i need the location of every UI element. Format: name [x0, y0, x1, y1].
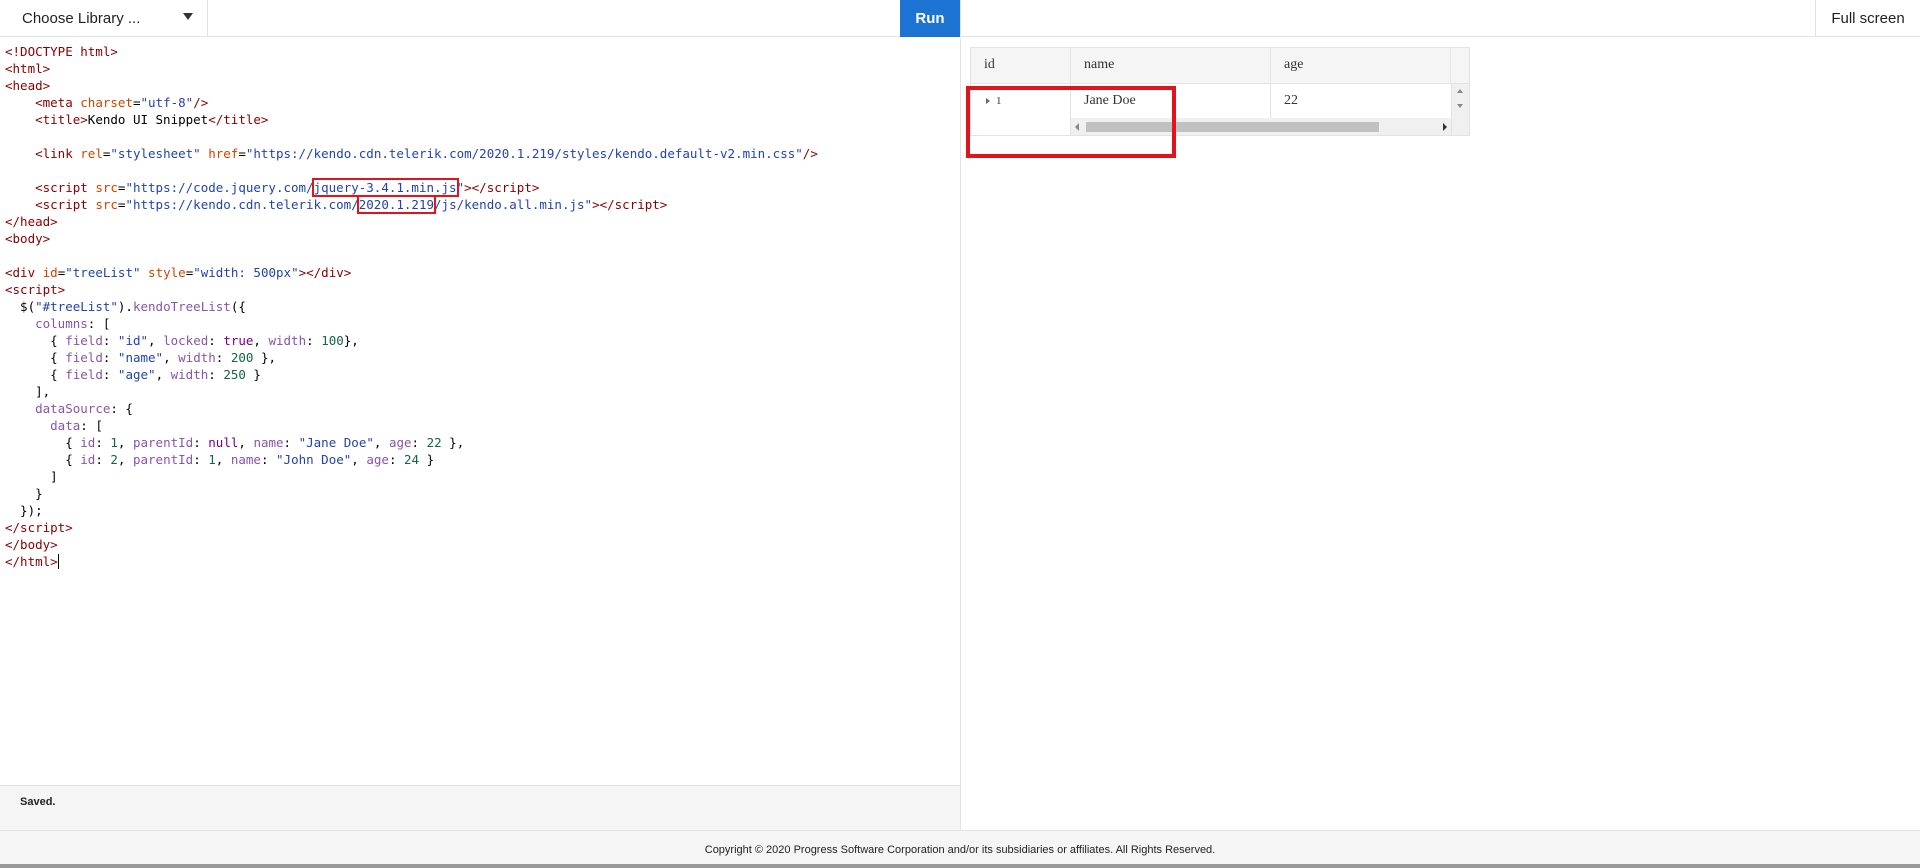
choose-library-dropdown[interactable]: Choose Library ...	[0, 0, 208, 37]
horizontal-scrollbar[interactable]	[1071, 118, 1451, 135]
run-button[interactable]: Run	[900, 0, 960, 37]
script2-suffix: /js/kendo.all.min.js	[434, 197, 585, 212]
kendo-version-highlight: 2020.1.219	[356, 195, 437, 214]
meta-charset-value: utf-8	[148, 95, 186, 110]
scroll-down-icon[interactable]	[1457, 104, 1463, 108]
cell-name: Jane Doe	[1071, 84, 1271, 118]
editor-status-bar: Saved.	[0, 785, 961, 830]
div-style-value: width: 500px	[200, 265, 292, 280]
bottom-edge	[0, 864, 1920, 868]
grid-body: 1 Jane Doe 22	[971, 84, 1469, 135]
table-row-locked[interactable]: 1	[971, 84, 1070, 118]
choose-library-label: Choose Library ...	[22, 10, 141, 27]
footer: Copyright © 2020 Progress Software Corpo…	[0, 830, 1920, 868]
toolbar-divider	[960, 0, 961, 37]
treelist-grid: id name age 1 Jane Doe 22	[966, 47, 1470, 158]
full-screen-button[interactable]: Full screen	[1815, 0, 1920, 37]
scroll-left-icon[interactable]	[1075, 123, 1079, 131]
method-name: kendoTreeList	[132, 299, 231, 314]
table-row[interactable]: Jane Doe 22	[1071, 84, 1451, 118]
code-line-html-open: <html>	[5, 61, 51, 76]
saved-status: Saved.	[20, 796, 56, 808]
text-cursor	[57, 554, 59, 569]
link-href-value: https://kendo.cdn.telerik.com/2020.1.219…	[253, 146, 796, 161]
preview-pane: id name age 1 Jane Doe 22	[962, 38, 1920, 830]
code-text[interactable]: <!DOCTYPE html> <html> <head> <meta char…	[5, 43, 818, 570]
column-header-age[interactable]: age	[1271, 48, 1451, 84]
column-header-id[interactable]: id	[971, 48, 1071, 84]
column-header-name[interactable]: name	[1071, 48, 1271, 84]
title-text: Kendo UI Snippet	[87, 112, 209, 127]
scroll-right-icon[interactable]	[1443, 123, 1447, 131]
selector-string: "#treeList"	[35, 299, 118, 314]
cell-age: 22	[1284, 93, 1298, 108]
grid-header: id name age	[971, 48, 1469, 84]
code-line-doctype: <!DOCTYPE html>	[5, 44, 118, 59]
locked-column: 1	[971, 84, 1071, 135]
chevron-down-icon	[183, 13, 193, 20]
cell-id: 1	[996, 95, 1002, 107]
copyright-text: Copyright © 2020 Progress Software Corpo…	[704, 843, 1216, 856]
scrollbar-thumb[interactable]	[1086, 122, 1379, 132]
vertical-scrollbar[interactable]	[1451, 84, 1469, 135]
script1-prefix: https://code.jquery.com/	[132, 180, 314, 195]
code-editor[interactable]: <!DOCTYPE html> <html> <head> <meta char…	[0, 38, 961, 785]
jquery-file-highlight: jquery-3.4.1.min.js	[311, 178, 459, 197]
script2-prefix: https://kendo.cdn.telerik.com/	[132, 197, 359, 212]
code-line-head-open: <head>	[5, 78, 51, 93]
header-scroll-spacer	[1451, 48, 1469, 84]
scroll-up-icon[interactable]	[1457, 89, 1463, 93]
grid-scroll-area: Jane Doe 22	[1071, 84, 1451, 135]
expand-arrow-icon[interactable]	[986, 98, 990, 104]
div-id-value: treeList	[72, 265, 133, 280]
top-toolbar: Choose Library ... Run Full screen	[0, 0, 1920, 37]
app-window: Choose Library ... Run Full screen <!DOC…	[0, 0, 1920, 868]
